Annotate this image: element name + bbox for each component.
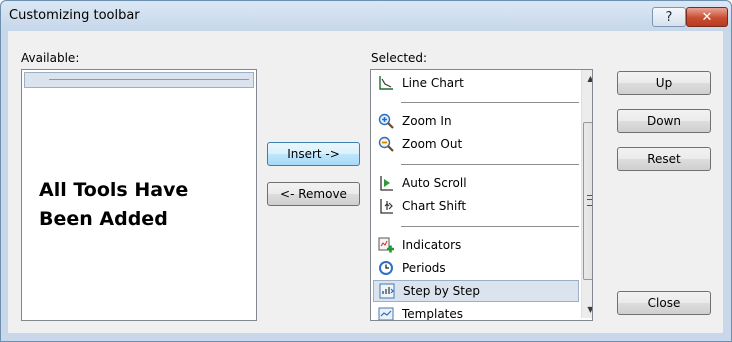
up-button[interactable]: Up (617, 71, 711, 95)
separator-line (49, 79, 249, 80)
selected-label: Selected: (371, 51, 428, 65)
list-item-zoom-out[interactable]: Zoom Out (373, 133, 579, 155)
remove-button[interactable]: <- Remove (267, 182, 360, 206)
selected-list-scrollbar[interactable]: ▲ ▼ (581, 70, 592, 318)
zoom-in-icon (377, 112, 395, 130)
annotation-line-1: All Tools Have (39, 179, 189, 201)
reset-button[interactable]: Reset (617, 147, 711, 171)
list-item-indicators[interactable]: Indicators (373, 234, 579, 256)
indicators-icon (377, 236, 395, 254)
periods-icon (377, 259, 395, 277)
line-chart-icon (377, 74, 395, 92)
scroll-up-arrow-icon[interactable]: ▲ (582, 70, 592, 87)
item-label: Zoom In (402, 114, 452, 128)
zoom-out-icon (377, 135, 395, 153)
item-label: Templates (402, 307, 464, 321)
scroll-down-arrow-icon[interactable]: ▼ (582, 301, 592, 318)
item-label: Chart Shift (402, 199, 467, 213)
available-label: Available: (21, 51, 80, 65)
scroll-thumb[interactable] (583, 122, 592, 280)
list-item-chart-shift[interactable]: Chart Shift (373, 195, 579, 217)
separator (401, 102, 579, 103)
grip-icon (587, 195, 592, 206)
list-item-step-by-step[interactable]: Step by Step (373, 280, 579, 302)
item-label: Periods (402, 261, 446, 275)
close-button[interactable]: Close (617, 291, 711, 315)
annotation-line-2: Been Added (39, 208, 168, 230)
step-by-step-icon (378, 282, 396, 300)
chart-shift-icon (377, 197, 395, 215)
help-button[interactable]: ? (652, 7, 686, 27)
list-item-line-chart[interactable]: Line Chart (373, 72, 579, 94)
dialog-body: Available: All Tools Have Been Added Ins… (8, 31, 723, 333)
title-bar[interactable]: Customizing toolbar ? ✕ (1, 1, 731, 31)
item-label: Zoom Out (402, 137, 463, 151)
list-item-zoom-in[interactable]: Zoom In (373, 110, 579, 132)
insert-button[interactable]: Insert -> (267, 142, 360, 166)
item-label: Indicators (402, 238, 462, 252)
separator (401, 226, 579, 227)
item-label: Step by Step (403, 284, 480, 298)
auto-scroll-icon (377, 174, 395, 192)
item-label: Line Chart (402, 76, 464, 90)
dialog-title: Customizing toolbar (9, 8, 140, 23)
item-label: Auto Scroll (402, 176, 467, 190)
list-item-periods[interactable]: Periods (373, 257, 579, 279)
list-item-auto-scroll[interactable]: Auto Scroll (373, 172, 579, 194)
list-item-templates[interactable]: Templates (373, 303, 579, 321)
down-button[interactable]: Down (617, 109, 711, 133)
selected-list[interactable]: Line Chart Zoom In Zoom Out Auto Scroll (370, 69, 593, 321)
annotation-text: All Tools Have Been Added (39, 176, 188, 234)
close-window-button[interactable]: ✕ (686, 7, 728, 27)
templates-icon (377, 305, 395, 320)
separator (401, 164, 579, 165)
available-separator-item[interactable] (24, 72, 254, 88)
